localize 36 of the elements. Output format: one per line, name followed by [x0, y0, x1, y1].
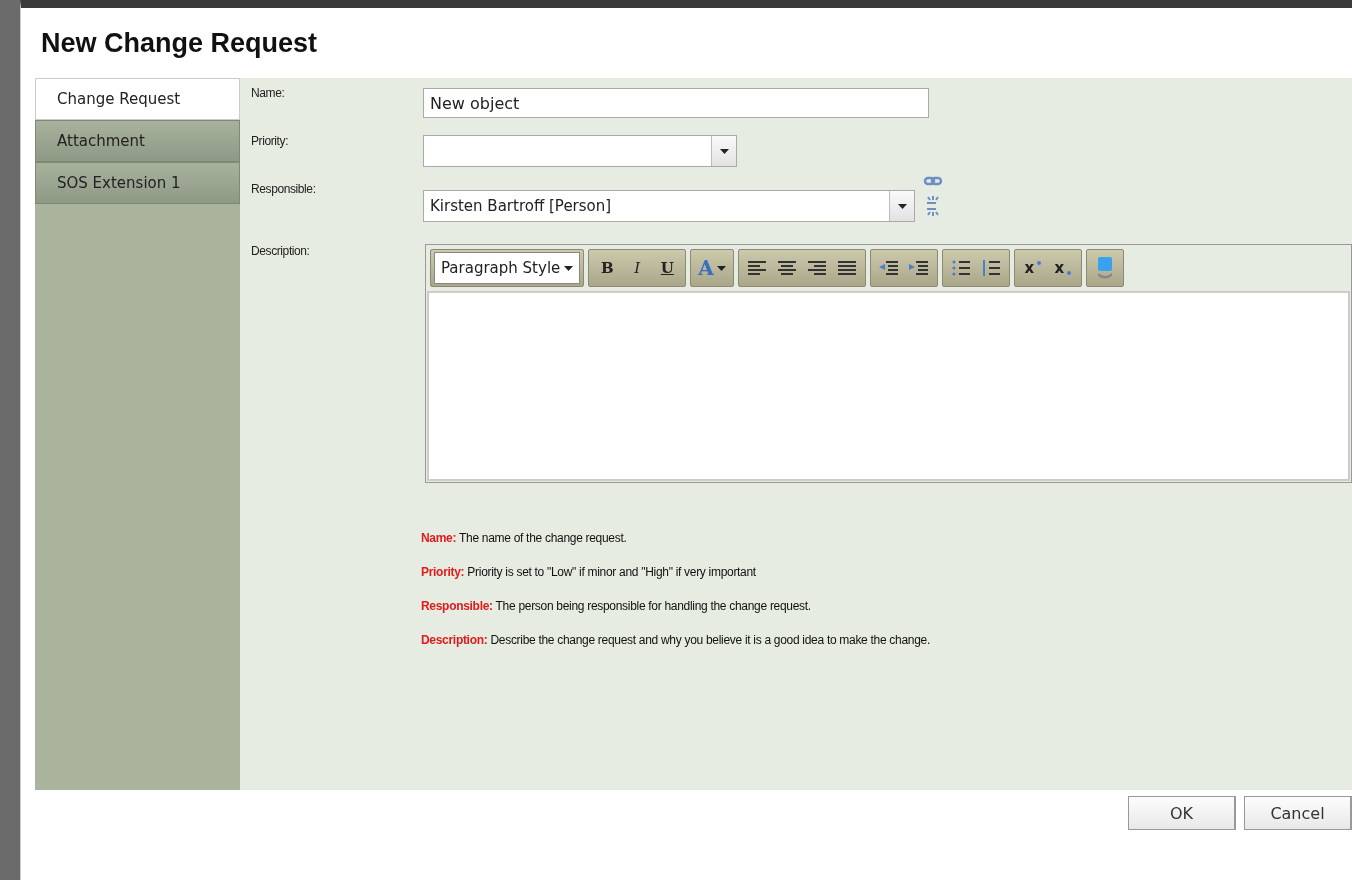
underline-button[interactable]: U	[652, 253, 683, 283]
dialog-title: New Change Request	[40, 26, 319, 60]
align-right-icon	[805, 258, 828, 278]
raised-dot-icon	[1037, 261, 1042, 265]
italic-button[interactable]: I	[622, 253, 653, 283]
superscript-button[interactable]: x	[1017, 253, 1048, 283]
caret-icon	[564, 265, 574, 271]
tab[interactable]: Attachment	[35, 120, 240, 162]
bold-button[interactable]: B	[592, 253, 623, 283]
link-icon[interactable]	[923, 175, 943, 187]
caret-icon	[897, 203, 907, 209]
align-center-icon	[775, 258, 798, 278]
lowered-dot-icon	[1067, 271, 1072, 275]
help-text: Name: The name of the change request.	[421, 531, 627, 545]
tab[interactable]: SOS Extension 1	[35, 162, 240, 204]
name-field[interactable]: New object	[423, 88, 929, 118]
field-label: Name:	[251, 86, 285, 100]
ok-button[interactable]: OK	[1128, 796, 1236, 830]
align-left-icon	[745, 258, 768, 278]
justify-icon	[835, 258, 858, 278]
cancel-button[interactable]: Cancel	[1244, 796, 1352, 830]
subscript-button[interactable]: x	[1047, 253, 1078, 283]
outdent-icon	[877, 258, 900, 278]
help-text: Responsible: The person being responsible for handling the change request.	[421, 599, 811, 613]
responsible-dropdown[interactable]: Kirsten Bartroff [Person]	[423, 190, 915, 222]
field-label: Priority:	[251, 134, 289, 148]
tab[interactable]: Change Request	[35, 78, 240, 120]
paragraph-style-dropdown[interactable]: Paragraph Style	[434, 252, 581, 284]
help-text: Description: Describe the change request and why you believe it is a good idea to make the change.	[421, 633, 930, 647]
field-label: Description:	[251, 244, 310, 258]
help-text: Priority: Priority is set to "Low" if minor and "High" if very important	[421, 565, 756, 579]
indent-icon	[907, 258, 930, 278]
field-label: Responsible:	[251, 182, 316, 196]
caret-icon	[719, 148, 729, 154]
rich-text-editor[interactable]: Paragraph Style B I U A x x	[425, 244, 1352, 483]
caret-icon	[716, 265, 726, 271]
